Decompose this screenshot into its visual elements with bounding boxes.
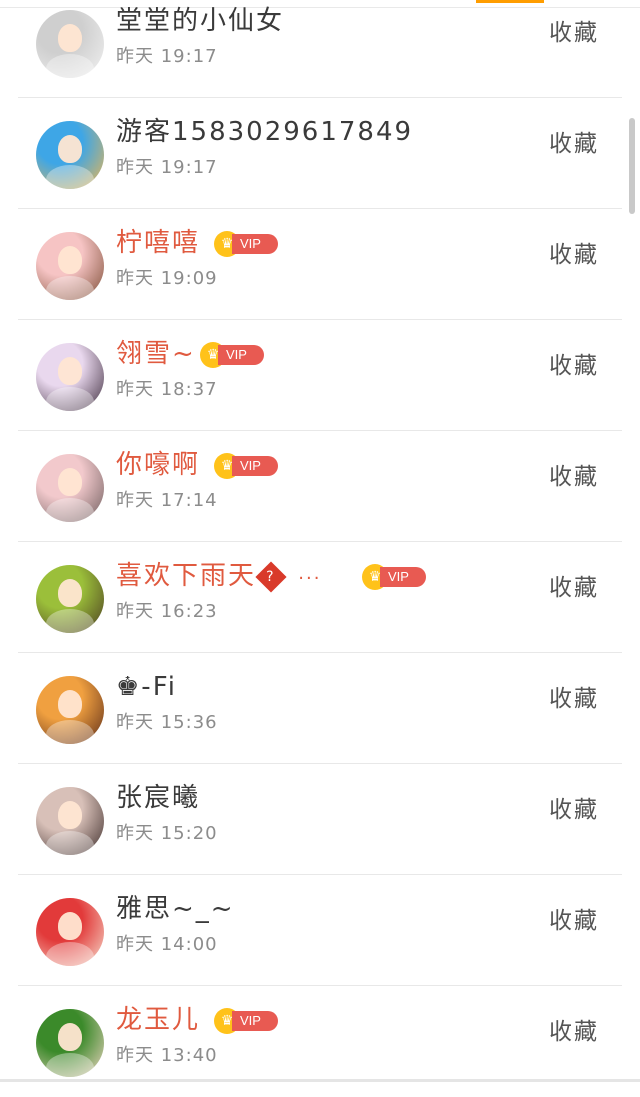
collect-button[interactable]: 收藏: [549, 794, 599, 826]
timestamp: 昨天 15:36: [116, 712, 218, 733]
timestamp: 昨天 17:14: [116, 490, 218, 511]
list-item[interactable]: 翎雪~ ♛ VIP 昨天 18:37 收藏: [18, 320, 622, 431]
user-name[interactable]: 喜欢下雨天? ···: [116, 558, 321, 597]
user-name[interactable]: 游客1583029617849: [116, 114, 413, 150]
vip-label: VIP: [232, 1011, 278, 1031]
avatar[interactable]: [36, 10, 104, 78]
timestamp: 昨天 19:09: [116, 268, 218, 289]
user-name[interactable]: 翎雪~: [116, 336, 196, 372]
avatar[interactable]: [36, 121, 104, 189]
avatar[interactable]: [36, 787, 104, 855]
avatar[interactable]: [36, 898, 104, 966]
vip-label: VIP: [218, 345, 264, 365]
list-item[interactable]: 雅思~_~ 昨天 14:00 收藏: [18, 875, 622, 986]
timestamp: 昨天 14:00: [116, 934, 218, 955]
scrollbar[interactable]: [629, 118, 635, 214]
list-item[interactable]: 喜欢下雨天? ··· ♛ VIP 昨天 16:23 收藏: [18, 542, 622, 653]
collect-button[interactable]: 收藏: [549, 128, 599, 160]
collect-button[interactable]: 收藏: [549, 905, 599, 937]
list-item[interactable]: 张宸曦 昨天 15:20 收藏: [18, 764, 622, 875]
list-item[interactable]: 堂堂的小仙女 昨天 19:17 收藏: [18, 0, 622, 98]
vip-label: VIP: [232, 456, 278, 476]
user-name[interactable]: 柠嘻嘻: [116, 225, 200, 261]
vip-label: VIP: [380, 567, 426, 587]
list-item[interactable]: 游客1583029617849 昨天 19:17 收藏: [18, 98, 622, 209]
collect-button[interactable]: 收藏: [549, 17, 599, 49]
user-name[interactable]: 张宸曦: [116, 780, 200, 816]
timestamp: 昨天 15:20: [116, 823, 218, 844]
avatar[interactable]: [36, 1009, 104, 1077]
user-name-text: 喜欢下雨天: [116, 561, 257, 591]
avatar[interactable]: [36, 454, 104, 522]
vip-label: VIP: [232, 234, 278, 254]
avatar[interactable]: [36, 343, 104, 411]
name-ellipsis: ···: [298, 568, 322, 589]
avatar[interactable]: [36, 232, 104, 300]
user-name[interactable]: ♚-Fi: [116, 669, 177, 705]
list-item[interactable]: 柠嘻嘻 ♛ VIP 昨天 19:09 收藏: [18, 209, 622, 320]
list-item[interactable]: ♚-Fi 昨天 15:36 收藏: [18, 653, 622, 764]
user-name[interactable]: 雅思~_~: [116, 891, 235, 927]
collect-button[interactable]: 收藏: [549, 572, 599, 604]
timestamp: 昨天 19:17: [116, 157, 218, 178]
user-name[interactable]: 堂堂的小仙女: [116, 3, 284, 39]
timestamp: 昨天 19:17: [116, 46, 218, 67]
timestamp: 昨天 16:23: [116, 601, 218, 622]
collect-button[interactable]: 收藏: [549, 683, 599, 715]
question-diamond-icon: ?: [255, 560, 287, 593]
collect-button[interactable]: 收藏: [549, 350, 599, 382]
collect-button[interactable]: 收藏: [549, 239, 599, 271]
collect-button[interactable]: 收藏: [549, 461, 599, 493]
list-item[interactable]: 你嚎啊 ♛ VIP 昨天 17:14 收藏: [18, 431, 622, 542]
collect-button[interactable]: 收藏: [549, 1016, 599, 1048]
timestamp: 昨天 18:37: [116, 379, 218, 400]
user-name[interactable]: 龙玉儿: [116, 1002, 200, 1038]
avatar[interactable]: [36, 676, 104, 744]
avatar[interactable]: [36, 565, 104, 633]
user-name[interactable]: 你嚎啊: [116, 447, 200, 483]
timestamp: 昨天 13:40: [116, 1045, 218, 1066]
